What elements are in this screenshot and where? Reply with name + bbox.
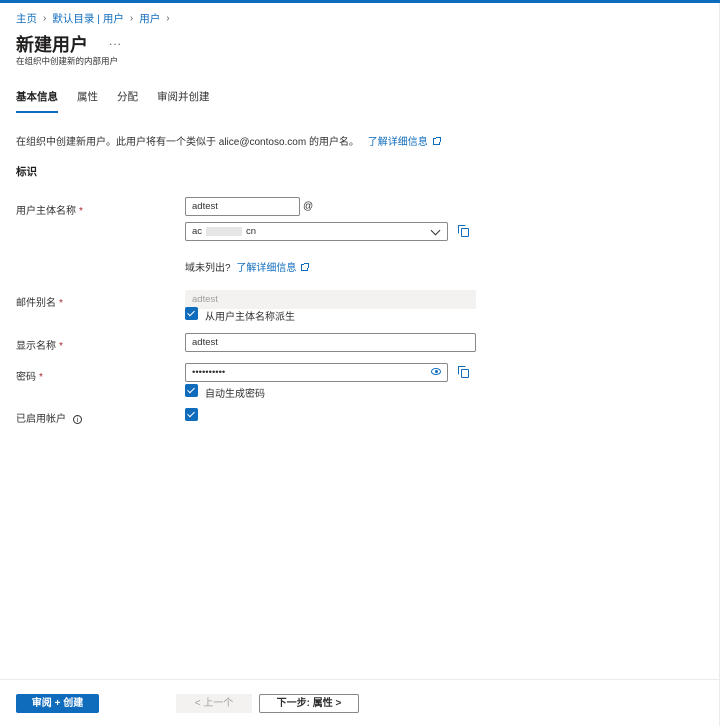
learn-more-link-label: 了解详细信息	[367, 137, 428, 148]
required-marker: *	[79, 206, 83, 217]
domain-value-prefix: ac	[192, 226, 203, 237]
upn-input[interactable]: adtest	[185, 197, 300, 216]
tab-properties[interactable]: 属性	[77, 89, 98, 113]
upn-label-text: 用户主体名称	[16, 206, 76, 217]
review-create-button[interactable]: 审阅 + 创建	[16, 694, 99, 713]
chevron-right-icon: ›	[129, 13, 134, 24]
domain-select[interactable]: ac cn	[185, 222, 448, 241]
learn-more-link[interactable]: 了解详细信息	[367, 137, 441, 148]
derive-from-upn-label: 从用户主体名称派生	[205, 312, 295, 323]
breadcrumb-users[interactable]: 用户	[139, 11, 160, 26]
external-link-icon	[432, 137, 441, 145]
breadcrumb: 主页 › 默认目录 | 用户 › 用户 ›	[16, 11, 176, 26]
password-input[interactable]: ••••••••••	[185, 363, 448, 382]
domain-learn-more-label: 了解详细信息	[236, 263, 297, 274]
copy-icon[interactable]	[458, 366, 469, 378]
tab-basics[interactable]: 基本信息	[16, 89, 58, 113]
chevron-down-icon	[430, 225, 441, 236]
footer-divider	[0, 679, 720, 680]
domain-not-listed: 域未列出? 了解详细信息	[185, 259, 310, 274]
mail-nickname-label: 邮件别名 *	[16, 294, 63, 309]
at-sign: @	[303, 201, 314, 212]
breadcrumb-home[interactable]: 主页	[16, 11, 37, 26]
redacted-domain	[206, 226, 243, 236]
mail-nickname-input[interactable]: adtest	[185, 290, 476, 309]
chevron-right-icon: ›	[43, 13, 47, 24]
section-title-identity: 标识	[16, 166, 37, 178]
display-name-label: 显示名称 *	[16, 337, 63, 352]
auto-generate-password-checkbox[interactable]	[185, 384, 198, 397]
required-marker: *	[39, 372, 43, 383]
account-enabled-checkbox[interactable]	[185, 408, 198, 421]
account-enabled-label-text: 已启用帐户	[16, 414, 66, 425]
required-marker: *	[59, 341, 63, 352]
display-name-input[interactable]: adtest	[185, 333, 476, 352]
display-name-label-text: 显示名称	[16, 341, 56, 352]
domain-learn-more-link[interactable]: 了解详细信息	[236, 263, 310, 274]
required-marker: *	[59, 298, 63, 309]
breadcrumb-directory-users[interactable]: 默认目录 | 用户	[52, 11, 124, 26]
domain-not-listed-text: 域未列出?	[185, 263, 231, 274]
password-label: 密码 *	[16, 368, 43, 383]
password-label-text: 密码	[16, 372, 36, 383]
upn-label: 用户主体名称 *	[16, 202, 83, 217]
tab-bar: 基本信息 属性 分配 审阅并创建	[16, 89, 229, 113]
eye-icon[interactable]	[431, 368, 441, 375]
more-options-button[interactable]: ...	[109, 34, 122, 48]
previous-button[interactable]: < 上一个	[176, 694, 252, 713]
top-accent-bar	[0, 0, 720, 3]
mail-nickname-label-text: 邮件别名	[16, 298, 56, 309]
password-value: ••••••••••	[192, 367, 226, 378]
intro-text: 在组织中创建新用户。此用户将有一个类似于 alice@contoso.com 的…	[16, 133, 441, 148]
auto-generate-password-label: 自动生成密码	[205, 389, 265, 400]
account-enabled-label: 已启用帐户 i	[16, 410, 82, 425]
tab-review-create[interactable]: 审阅并创建	[157, 89, 210, 113]
info-icon[interactable]: i	[73, 414, 82, 424]
intro-description: 在组织中创建新用户。此用户将有一个类似于 alice@contoso.com 的…	[16, 137, 359, 148]
external-link-icon	[301, 263, 310, 271]
tab-assignments[interactable]: 分配	[117, 89, 138, 113]
page-title: 新建用户	[16, 35, 88, 55]
page-subtitle: 在组织中创建新的内部用户	[16, 56, 119, 66]
derive-from-upn-checkbox[interactable]	[185, 307, 198, 320]
next-properties-button[interactable]: 下一步: 属性 >	[259, 694, 359, 713]
copy-icon[interactable]	[458, 225, 469, 237]
domain-value-suffix: cn	[246, 226, 257, 237]
chevron-right-icon: ›	[166, 13, 170, 24]
